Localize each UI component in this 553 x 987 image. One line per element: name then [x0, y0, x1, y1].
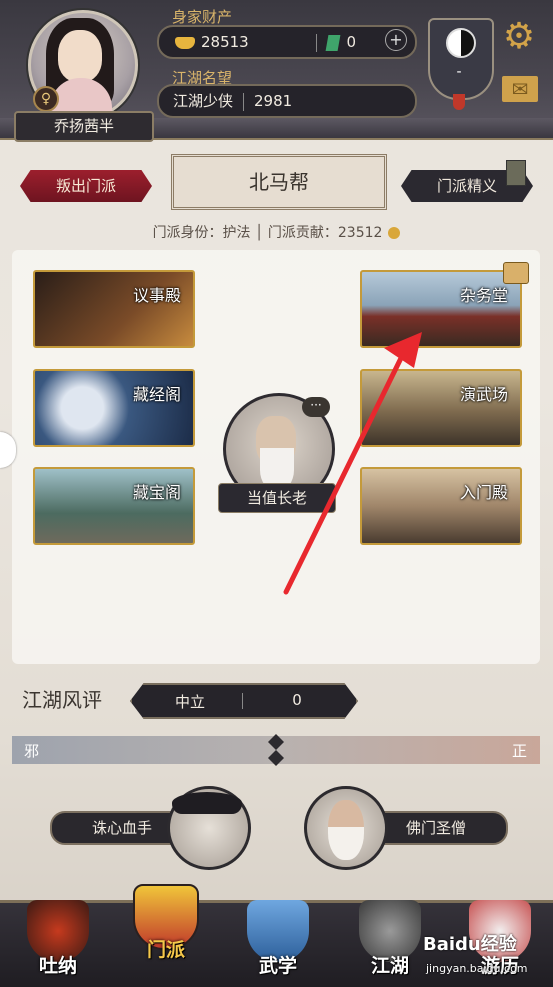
reputation-status-bar: 中立 0 [130, 683, 358, 719]
monk-face [328, 800, 364, 860]
reputation-value: 0 [292, 691, 302, 709]
watermark-url: jingyan.baidu.com [426, 962, 528, 975]
watermark-brand: Baidu经验 [423, 934, 517, 955]
arrow-head [384, 332, 422, 368]
nav-label: 门派 [146, 939, 185, 961]
nav-label: 武学 [258, 955, 297, 977]
evil-label: 邪 [24, 742, 40, 760]
righteous-label: 正 [512, 742, 528, 760]
nav-martial-arts[interactable]: 武学 [230, 900, 326, 984]
arrow-shaft [283, 349, 407, 595]
reputation-title: 江湖风评 [22, 688, 102, 712]
reputation-divider [242, 693, 243, 709]
reputation-status: 中立 [174, 693, 205, 711]
nav-label: 吐纳 [38, 955, 77, 977]
bamboo-hat-icon [172, 792, 242, 814]
nav-meditate[interactable]: 吐纳 [10, 900, 106, 984]
nav-sect[interactable]: 门派 [118, 884, 214, 968]
